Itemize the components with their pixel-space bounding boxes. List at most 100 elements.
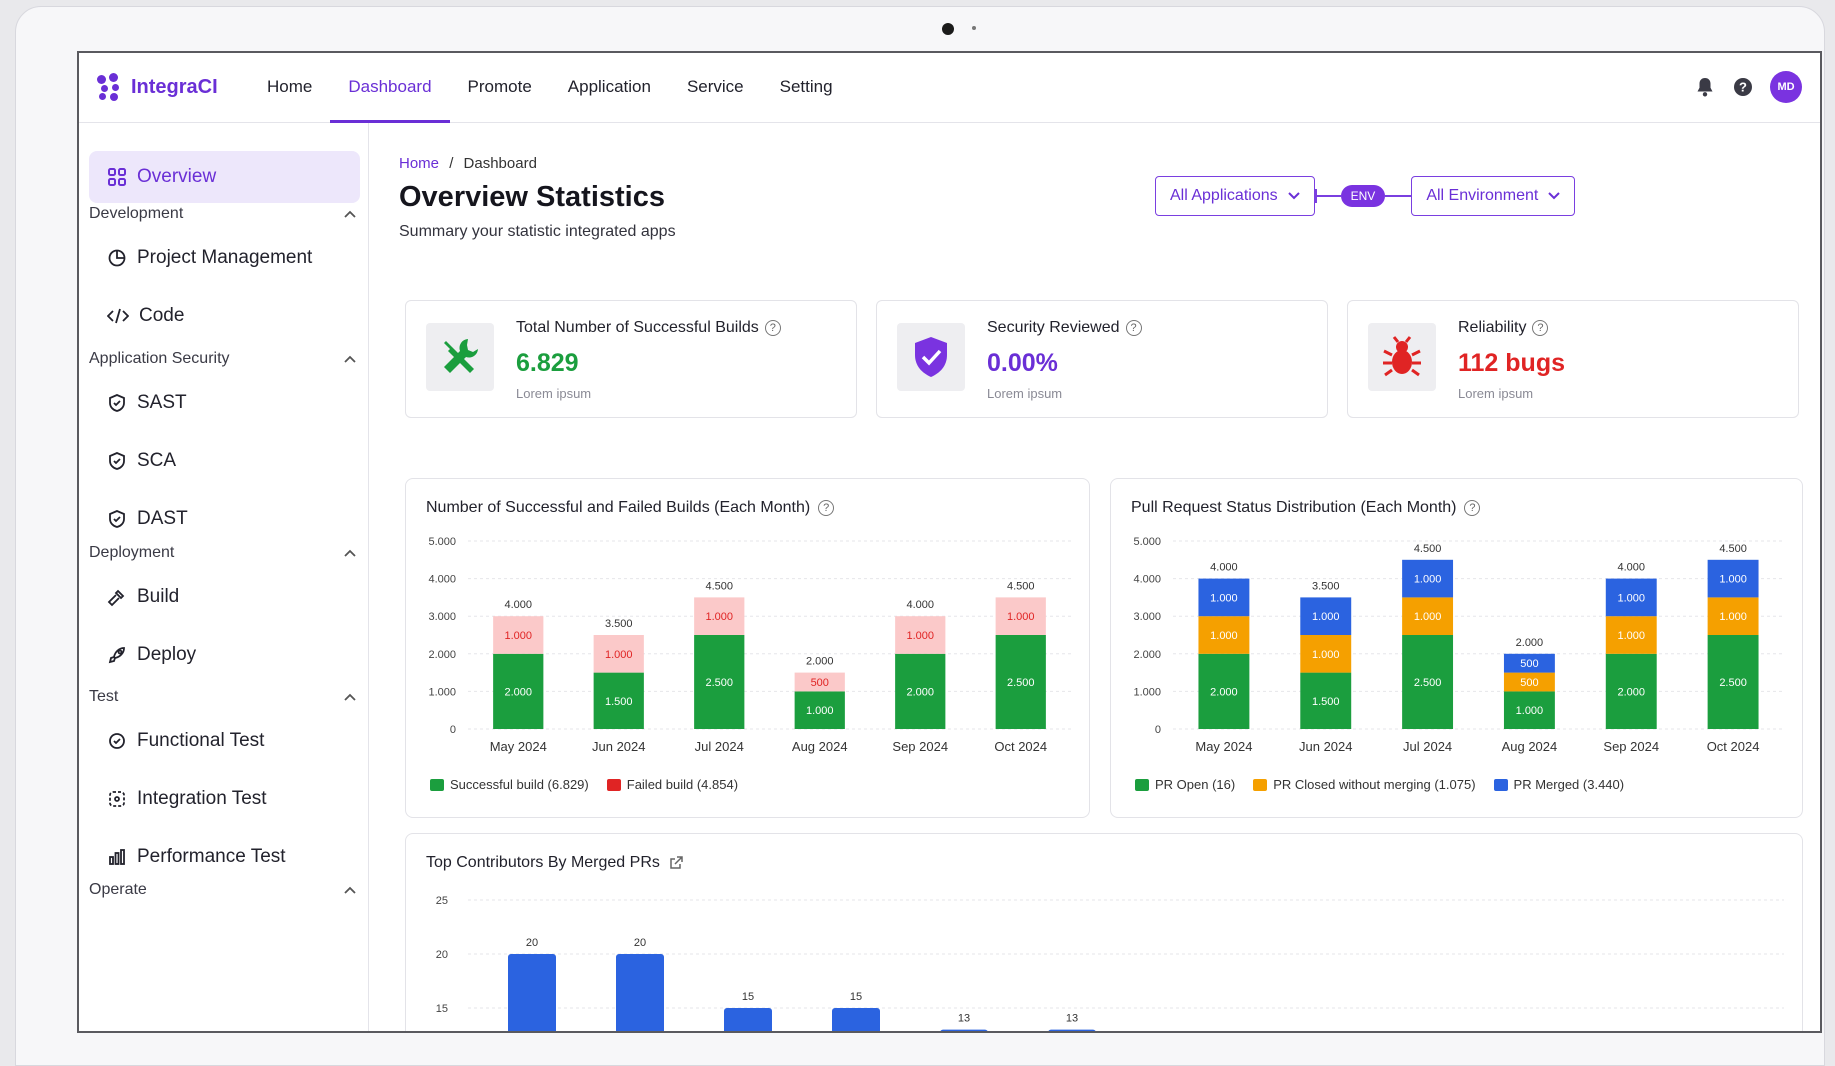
y-tick-label: 2.000 xyxy=(1133,649,1161,661)
environment-select[interactable]: All Environment xyxy=(1411,176,1576,216)
sidebar-item-functional-test[interactable]: Functional Test xyxy=(89,712,360,770)
nav-item-service[interactable]: Service xyxy=(669,53,762,123)
bar-total-label: 4.000 xyxy=(906,599,934,611)
bar-value-label: 1.000 xyxy=(1007,611,1035,623)
chevron-up-icon xyxy=(344,546,360,560)
legend-item[interactable]: PR Merged (3.440) xyxy=(1493,777,1625,792)
pr-chart: 0 1.000 2.000 3.000 4.000 5.000 2.000 1.000 1.00… xyxy=(1133,536,1784,754)
nav-item-dashboard[interactable]: Dashboard xyxy=(330,53,450,123)
legend-label: PR Merged (3.440) xyxy=(1513,777,1625,792)
sidebar-item-label: Overview xyxy=(137,166,217,187)
page-subtitle: Summary your statistic integrated apps xyxy=(399,223,676,240)
chevron-up-icon xyxy=(344,690,360,704)
bar[interactable] xyxy=(940,1029,988,1033)
nav-menu: Home Dashboard Promote Application Service Se… xyxy=(249,53,851,123)
bar[interactable] xyxy=(724,1008,772,1033)
sidebar-item-integration-test[interactable]: Integration Test xyxy=(89,770,360,828)
applications-select[interactable]: All Applications xyxy=(1155,176,1315,216)
logo-icon xyxy=(97,73,125,101)
help-icon[interactable]: ? xyxy=(1125,320,1142,336)
sidebar-item-code[interactable]: Code xyxy=(89,287,360,345)
sidebar-item-build[interactable]: Build xyxy=(89,568,360,626)
sidebar-group-title: Operate xyxy=(89,881,147,898)
legend-item[interactable]: Failed build (4.854) xyxy=(606,777,738,792)
pr-chart-card: Pull Request Status Distribution (Each M… xyxy=(1110,478,1803,818)
bar-total-label: 4.500 xyxy=(1414,543,1442,555)
app-logo[interactable]: IntegraCI xyxy=(97,73,218,101)
sidebar-item-deploy[interactable]: Deploy xyxy=(89,626,360,684)
sidebar-item-label: DAST xyxy=(137,508,188,529)
bar-value-label: 13 xyxy=(958,1013,970,1025)
legend-item[interactable]: Successful build (6.829) xyxy=(430,777,589,792)
integration-test-icon xyxy=(107,789,127,809)
nav-item-setting[interactable]: Setting xyxy=(762,53,851,123)
sidebar-group-header[interactable]: Development xyxy=(89,199,360,229)
env-badge: ENV xyxy=(1340,185,1386,207)
bar[interactable] xyxy=(832,1008,880,1033)
avatar[interactable]: MD xyxy=(1770,71,1802,103)
x-tick-label: Oct 2024 xyxy=(1707,739,1760,754)
nav-item-application[interactable]: Application xyxy=(550,53,669,123)
contributors-chart: 15 20 25 20 20 15 15 13 13 xyxy=(436,895,1784,1033)
bar-value-label: 13 xyxy=(1066,1013,1078,1025)
bell-icon[interactable] xyxy=(1694,76,1716,98)
legend-item[interactable]: PR Open (16) xyxy=(1135,777,1235,792)
bar[interactable] xyxy=(1048,1029,1096,1033)
chart-legend: Successful build (6.829) Failed build (4.… xyxy=(430,777,738,792)
y-tick-label: 1.000 xyxy=(428,686,456,698)
sidebar-group-header[interactable]: Application Security xyxy=(89,344,360,374)
bar-total-label: 2.000 xyxy=(1516,637,1544,649)
sidebar: Overview Development Project Management Co… xyxy=(79,123,369,1031)
nav-item-home[interactable]: Home xyxy=(249,53,330,123)
rocket-icon xyxy=(107,645,127,665)
breadcrumb-current: Dashboard xyxy=(463,155,537,172)
sidebar-item-label: Integration Test xyxy=(137,788,267,809)
camera-sensor xyxy=(972,26,976,30)
help-icon[interactable]: ? xyxy=(1532,320,1549,336)
x-tick-label: Jul 2024 xyxy=(1403,739,1452,754)
help-icon[interactable]: ? xyxy=(764,320,781,336)
help-icon[interactable]: ? xyxy=(1732,76,1754,98)
bar[interactable] xyxy=(616,954,664,1033)
nav-item-promote[interactable]: Promote xyxy=(450,53,550,123)
bar[interactable] xyxy=(508,954,556,1033)
x-tick-label: May 2024 xyxy=(490,739,547,754)
stat-card-reliability: Reliability? 112 bugs Lorem ipsum xyxy=(1347,300,1799,418)
shield-check-icon xyxy=(107,451,127,471)
sidebar-item-project-management[interactable]: Project Management xyxy=(89,229,360,287)
x-tick-label: Aug 2024 xyxy=(792,739,848,754)
sidebar-item-sast[interactable]: SAST xyxy=(89,374,360,432)
shield-check-icon xyxy=(107,393,127,413)
sidebar-group-development: Development Project Management Code xyxy=(89,199,360,345)
sidebar-group-title: Deployment xyxy=(89,544,175,561)
y-tick-label: 25 xyxy=(436,895,448,907)
sidebar-item-label: Performance Test xyxy=(137,846,286,867)
sidebar-group-header[interactable]: Test xyxy=(89,682,360,712)
breadcrumb: Home / Dashboard xyxy=(399,155,537,172)
app-name: IntegraCI xyxy=(131,75,218,98)
app-window: IntegraCI Home Dashboard Promote Applicatio… xyxy=(77,51,1822,1033)
sidebar-group-header[interactable]: Deployment xyxy=(89,538,360,568)
bar-value-label: 1.000 xyxy=(1414,574,1442,586)
bar-total-label: 4.500 xyxy=(1007,580,1035,592)
bar-value-label: 2.000 xyxy=(504,686,532,698)
x-tick-label: Sep 2024 xyxy=(1603,739,1659,754)
bar-value-label: 1.000 xyxy=(906,630,934,642)
legend-item[interactable]: PR Closed without merging (1.075) xyxy=(1253,777,1476,792)
y-tick-label: 4.000 xyxy=(1133,574,1161,586)
y-tick-label: 2.000 xyxy=(428,649,456,661)
x-tick-label: Jun 2024 xyxy=(592,739,646,754)
functional-test-icon xyxy=(107,731,127,751)
sidebar-item-overview[interactable]: Overview xyxy=(89,151,360,203)
y-tick-label: 4.000 xyxy=(428,574,456,586)
y-tick-label: 3.000 xyxy=(1133,611,1161,623)
sidebar-group-operate: Operate xyxy=(89,875,360,905)
main-content: Home / Dashboard Overview Statistics Sum… xyxy=(369,123,1820,1033)
breadcrumb-home-link[interactable]: Home xyxy=(399,155,439,172)
stat-label: Reliability? xyxy=(1458,319,1549,337)
sidebar-group-header[interactable]: Operate xyxy=(89,875,360,905)
bar-value-label: 1.000 xyxy=(1617,630,1645,642)
sidebar-item-sca[interactable]: SCA xyxy=(89,432,360,490)
bar-value-label: 2.000 xyxy=(1617,686,1645,698)
y-tick-label: 15 xyxy=(436,1003,448,1015)
